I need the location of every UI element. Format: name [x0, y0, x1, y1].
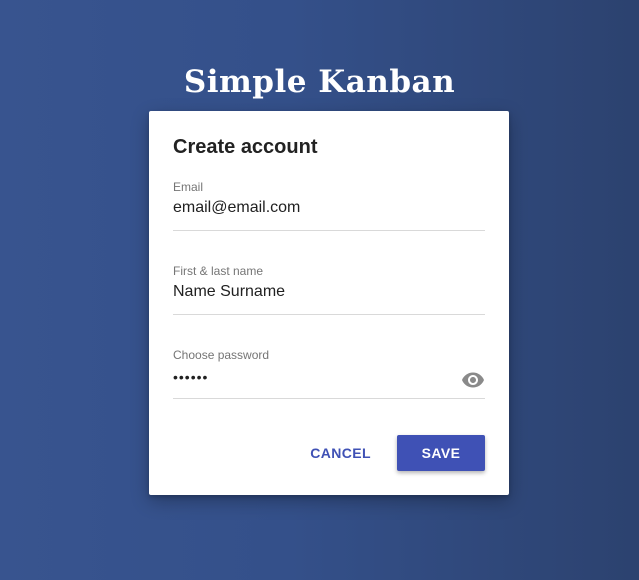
name-field[interactable]: First & last name Name Surname	[173, 264, 485, 315]
app-title: Simple Kanban	[183, 64, 456, 100]
password-label: Choose password	[173, 348, 270, 362]
password-input[interactable]: ••••••	[173, 367, 453, 387]
cancel-button[interactable]: CANCEL	[298, 435, 383, 471]
email-field[interactable]: Email email@email.com	[173, 180, 485, 231]
name-label: First & last name	[173, 264, 264, 278]
card-title: Create account	[173, 136, 318, 158]
name-input[interactable]: Name Surname	[173, 282, 453, 302]
email-input[interactable]: email@email.com	[173, 198, 453, 218]
eye-icon[interactable]	[461, 368, 485, 392]
create-account-card: Create account Email email@email.com Fir…	[149, 111, 509, 495]
save-button[interactable]: SAVE	[397, 435, 485, 471]
password-field[interactable]: Choose password ••••••	[173, 348, 485, 399]
email-label: Email	[173, 180, 204, 194]
card-actions: CANCEL SAVE	[298, 435, 485, 471]
